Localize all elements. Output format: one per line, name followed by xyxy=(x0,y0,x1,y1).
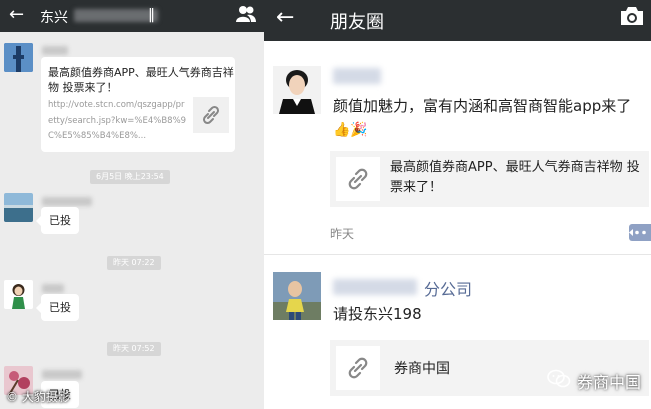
back-arrow-icon[interactable]: ← xyxy=(9,4,24,25)
photographer-watermark: © 大豹摄影 xyxy=(6,390,70,404)
post-author-redacted xyxy=(333,279,417,295)
timestamp: 昨天 07:22 xyxy=(107,256,161,270)
shared-link-title: 券商中国 xyxy=(394,361,450,377)
chat-title: 东兴 xyxy=(40,10,68,26)
sender-name-redacted xyxy=(42,284,64,293)
avatar[interactable] xyxy=(4,280,33,309)
avatar[interactable] xyxy=(273,66,321,114)
publisher-watermark: 券商中国 xyxy=(547,369,641,393)
post-author-redacted xyxy=(333,68,381,84)
post-time: 昨天 xyxy=(330,227,355,241)
post-divider xyxy=(264,254,651,255)
timestamp: 6月5日 晚上23:54 xyxy=(90,170,170,184)
avatar[interactable] xyxy=(273,272,321,320)
chat-bubble: 已投 xyxy=(36,294,79,321)
link-title: 最高颜值券商APP、最旺人气券商吉祥物 投票来了！ xyxy=(48,66,234,94)
shared-link-card[interactable]: 最高颜值券商APP、最旺人气券商吉祥物 投票来了！ xyxy=(330,151,649,207)
chat-header: ← 东兴 ‖ xyxy=(0,0,264,32)
chat-bubble: 已投 xyxy=(36,207,79,234)
sender-name-redacted xyxy=(42,46,68,55)
camera-icon[interactable] xyxy=(619,5,645,31)
link-icon xyxy=(193,97,229,133)
sender-name-redacted xyxy=(42,197,92,206)
post-author-suffix[interactable]: 分公司 xyxy=(424,276,472,300)
contacts-icon[interactable] xyxy=(236,5,256,27)
chat-title-redacted xyxy=(74,9,158,22)
sender-name-redacted xyxy=(42,370,82,379)
link-icon xyxy=(336,157,380,201)
wechat-logo-icon xyxy=(547,369,571,393)
back-arrow-icon[interactable]: ← xyxy=(276,5,294,30)
link-icon xyxy=(336,346,380,390)
post-text: 颜值加魅力，富有内涵和高智商智能app来了 👍🎉 xyxy=(333,95,645,142)
link-message-card[interactable]: 最高颜值券商APP、最旺人气券商吉祥物 投票来了！ http://vote.st… xyxy=(41,57,235,152)
moments-panel: ← 朋友圈 颜值加魅力，富有内涵和高智商智能app来了 👍🎉 最高颜值券商APP、… xyxy=(264,0,651,409)
post-text: 请投东兴198 xyxy=(333,305,422,323)
publisher-watermark-text: 券商中国 xyxy=(576,373,641,392)
more-comment-icon[interactable] xyxy=(629,224,651,241)
link-url: http://vote.stcn.com/qszgapp/pretty/sear… xyxy=(48,100,187,141)
chat-title-suffix: ‖ xyxy=(148,7,155,23)
chat-panel: ← 东兴 ‖ 最高颜值券商APP、最旺人气券商吉祥物 投票来了！ http://… xyxy=(0,0,264,409)
avatar[interactable] xyxy=(4,43,33,72)
avatar[interactable] xyxy=(4,193,33,222)
moments-header: ← 朋友圈 xyxy=(264,0,651,41)
shared-link-title: 最高颜值券商APP、最旺人气券商吉祥物 投票来了！ xyxy=(390,160,640,195)
post-text-content: 颜值加魅力，富有内涵和高智商智能app来了 xyxy=(333,97,632,115)
timestamp: 昨天 07:52 xyxy=(107,342,161,356)
moments-title: 朋友圈 xyxy=(330,12,384,33)
post-emoji: 👍🎉 xyxy=(333,122,368,138)
